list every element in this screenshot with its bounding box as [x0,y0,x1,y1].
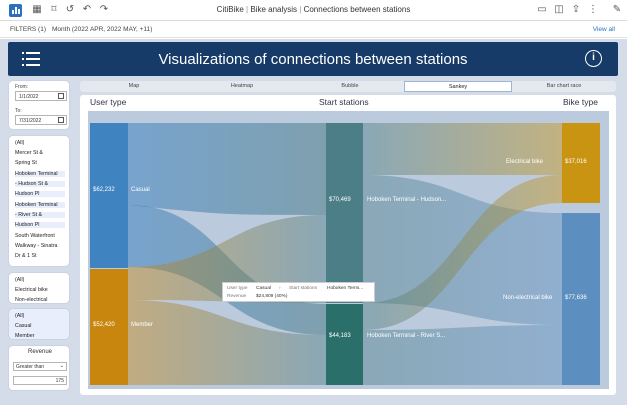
filters-bar: FILTERS (1) Month (2022 APR, 2022 MAY, +… [0,22,627,38]
tab-map[interactable]: Map [80,81,188,92]
from-date-input[interactable]: 1/1/2022 [15,91,67,101]
casual-name-label: Casual [131,187,150,193]
river-name-label: Hoboken Terminal - River S... [367,333,446,339]
window-title: CitiBike | Bike analysis | Connections b… [216,5,411,14]
station-option[interactable]: Hudson Pl [15,191,65,197]
filters-label[interactable]: FILTERS (1) [10,26,46,33]
tooltip-value: Casual [256,286,271,291]
revenue-filter-card: Revenue Greater than ⌄ 175 [8,345,70,391]
station-option[interactable]: - River St & [15,212,65,218]
date-filter-card: From: 1/1/2022 To: 7/31/2022 [8,80,70,130]
member-value-label: $52,420 [93,322,115,328]
tooltip-value: $24,809 (40%) [256,294,288,299]
user-option[interactable]: (All) [15,313,24,319]
station-option[interactable]: Hoboken Terminal [15,202,65,208]
node-casual[interactable] [90,123,128,268]
tab-bubble[interactable]: Bubble [296,81,404,92]
to-date-input[interactable]: 7/31/2022 [15,115,67,125]
page-title: Visualizations of connections between st… [158,51,468,68]
node-river[interactable] [326,304,363,385]
bike-option[interactable]: (All) [15,277,24,283]
dashboard-header: Visualizations of connections between st… [8,42,618,76]
edit-icon[interactable]: ✎ [611,4,623,16]
bike-option[interactable]: Electrical bike [15,287,48,293]
info-icon[interactable]: i [585,50,602,67]
tooltip-value: Hoboken Termi... [327,286,364,291]
user-option[interactable]: Member [15,333,34,339]
title-app: CitiBike [216,5,244,14]
station-option[interactable]: (All) [15,140,24,146]
bike-option[interactable]: Non-electrical [15,297,47,303]
tab-bar-chart-race[interactable]: Bar chart race [512,81,616,92]
station-slicer: (All) Mercer St & Spring St Hoboken Term… [8,135,70,267]
visual-tabs: Map Heatmap Bubble Sankey Bar chart race [80,81,616,92]
more-icon[interactable]: ⋮ [587,4,599,16]
electric-value-label: $37,016 [565,159,587,165]
to-label: To: [15,108,22,114]
casual-value-label: $62,232 [93,187,115,193]
station-option[interactable]: - Hudson St & [15,181,65,187]
electric-name-label: Electrical bike [506,159,544,165]
share-icon[interactable]: ⇪ [570,4,582,16]
station-option[interactable]: South Waterfront [15,233,55,239]
station-option[interactable]: Spring St [15,160,37,166]
station-option[interactable]: Hoboken Terminal [15,171,65,177]
tooltip-key: Revenue [227,294,247,299]
link-hudson-electric[interactable] [363,123,562,175]
station-option[interactable]: Mercer St & [15,150,43,156]
sankey-diagram [90,123,600,385]
hudson-name-label: Hoboken Terminal - Hudson... [367,197,447,203]
user-type-slicer: (All) Casual Member [8,308,70,340]
top-toolbar: ▦ ⌑ ↺ ↶ ↷ CitiBike | Bike analysis | Con… [0,0,627,21]
nonelectric-name-label: Non-electrical bike [503,295,553,301]
member-name-label: Member [131,322,154,328]
tooltip-key: Start stations [289,286,317,291]
station-option[interactable]: Hudson Pl [15,222,65,228]
sankey-panel: User type Start stations Bike type $62,2… [80,95,616,395]
hudson-value-label: $70,469 [329,197,351,203]
filters-value: Month (2022 APR, 2022 MAY, +11) [52,26,153,33]
from-label: From: [15,84,29,90]
calendar-icon[interactable] [58,93,64,99]
sankey-tooltip: User type Casual › Start stations Hoboke… [222,282,375,302]
comment-icon[interactable]: ▭ [536,4,548,16]
nonelectric-value-label: $77,636 [565,295,587,301]
bike-type-slicer: (All) Electrical bike Non-electrical [8,272,70,304]
chevron-down-icon: ⌄ [59,363,64,369]
station-option[interactable]: Walkway - Sinatra [15,243,57,249]
river-value-label: $44,183 [329,333,351,339]
title-page: Connections between stations [303,5,411,14]
tab-sankey[interactable]: Sankey [404,81,512,92]
tooltip-key: User type [227,286,248,291]
link-casual-hudson[interactable] [128,123,326,215]
user-option[interactable]: Casual [15,323,32,329]
tab-heatmap[interactable]: Heatmap [188,81,296,92]
node-hudson[interactable] [326,123,363,303]
revenue-value-input[interactable]: 175 [13,376,67,385]
title-workbook: Bike analysis [250,5,298,14]
view-all-link[interactable]: View all [593,26,615,33]
alert-icon[interactable]: ◫ [553,4,565,16]
station-option[interactable]: Dr & 1 St [15,253,37,259]
revenue-title: Revenue [27,349,53,355]
calendar-icon[interactable] [58,117,64,123]
tooltip-arrow-icon: › [279,286,281,291]
revenue-operator-select[interactable]: Greater than ⌄ [13,362,67,371]
